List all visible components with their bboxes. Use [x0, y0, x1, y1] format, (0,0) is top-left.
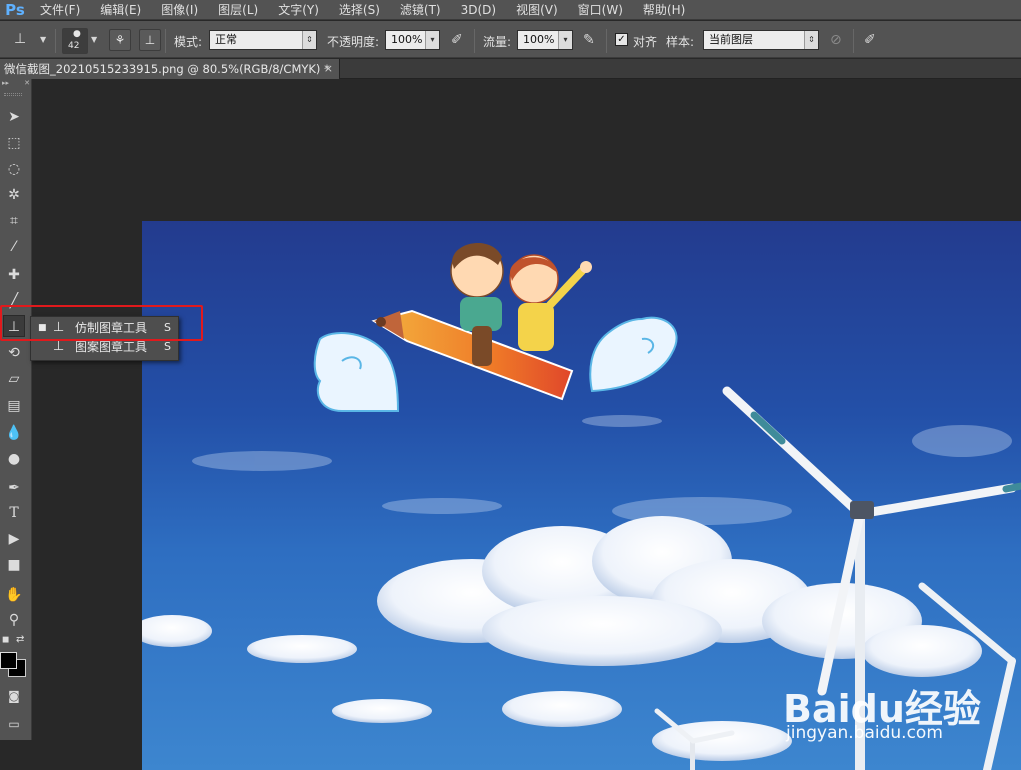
airbrush-icon[interactable]: ✎	[583, 30, 595, 50]
flow-field[interactable]: 100% ▾	[517, 30, 573, 50]
toggle-clone-source-button[interactable]: ⊥	[139, 29, 161, 51]
hand-tool-icon[interactable]: ✋	[3, 584, 25, 606]
foreground-color-swatch[interactable]	[0, 652, 17, 669]
separator	[474, 29, 475, 53]
document-tab-bar: 微信截图_20210515233915.png @ 80.5%(RGB/8/CM…	[0, 59, 1021, 79]
flow-label: 流量:	[483, 35, 512, 49]
menu-filter[interactable]: 滤镜(T)	[390, 0, 451, 20]
blur-tool-icon[interactable]: 💧	[3, 422, 25, 444]
separator	[853, 29, 854, 53]
default-colors-icon[interactable]: ◼	[2, 635, 9, 645]
lasso-tool-icon[interactable]: ◌	[3, 158, 25, 180]
screen-mode-icon[interactable]: ▭	[3, 713, 25, 735]
menu-help[interactable]: 帮助(H)	[633, 0, 695, 20]
chevron-down-icon: ⇕	[804, 31, 818, 49]
document-tab-title: 微信截图_20210515233915.png @ 80.5%(RGB/8/CM…	[4, 62, 330, 76]
move-tool-icon[interactable]: ➤	[3, 106, 25, 128]
chevron-down-icon[interactable]: ▼	[91, 30, 97, 50]
menu-view[interactable]: 视图(V)	[506, 0, 568, 20]
chevron-down-icon: ⇕	[302, 31, 316, 49]
toggle-brush-panel-button[interactable]: ⚘	[109, 29, 131, 51]
zoom-tool-icon[interactable]: ⚲	[3, 609, 25, 631]
separator	[606, 29, 607, 53]
close-icon[interactable]: ✕	[24, 79, 30, 88]
magic-wand-tool-icon[interactable]: ✲	[3, 184, 25, 206]
opacity-value: 100%	[391, 33, 423, 46]
sample-label: 样本:	[666, 35, 695, 49]
chevron-down-icon: ▾	[425, 31, 439, 49]
align-checkbox[interactable]: ✓	[615, 33, 628, 46]
sample-value: 当前图层	[709, 33, 753, 46]
toolbox-header[interactable]: ▸▸ ✕	[2, 79, 30, 88]
flow-value: 100%	[523, 33, 555, 46]
mode-value: 正常	[215, 33, 237, 46]
history-brush-tool-icon[interactable]: ⟲	[3, 342, 25, 364]
menu-select[interactable]: 选择(S)	[329, 0, 390, 20]
chevron-down-icon[interactable]: ▼	[40, 30, 46, 50]
pressure-size-icon[interactable]: ✐	[864, 30, 876, 50]
eraser-tool-icon[interactable]: ▱	[3, 368, 25, 390]
menu-image[interactable]: 图像(I)	[151, 0, 208, 20]
type-tool-icon[interactable]: T	[3, 502, 25, 524]
clone-stamp-preset-icon[interactable]: ⊥	[14, 29, 26, 49]
gradient-tool-icon[interactable]: ▤	[3, 395, 25, 417]
ignore-adjustment-layers-icon[interactable]: ⊘	[830, 30, 842, 50]
menu-edit[interactable]: 编辑(E)	[90, 0, 151, 20]
brush-size-value: 42	[68, 41, 80, 51]
sample-dropdown[interactable]: 当前图层 ⇕	[703, 30, 819, 50]
eyedropper-tool-icon[interactable]: ⁄	[3, 236, 25, 258]
toolbox: ▸▸ ✕ ➤ ⬚ ◌ ✲ ⌗ ⁄ ✚ ╱ ⊥ ⟲ ▱ ▤ 💧 ● ✒ T ▶ ■…	[0, 79, 32, 740]
quick-mask-icon[interactable]: ◙	[3, 685, 25, 707]
separator	[55, 29, 56, 53]
swap-colors-icon[interactable]: ⇄	[16, 634, 24, 645]
mode-label: 模式:	[174, 35, 203, 49]
opacity-field[interactable]: 100% ▾	[385, 30, 440, 50]
align-label: 对齐	[633, 35, 658, 49]
cartoon-kids	[450, 243, 592, 366]
photoshop-logo[interactable]: Ps	[0, 0, 30, 20]
toolbox-grip[interactable]	[4, 93, 22, 96]
options-bar: ⊥ ▼ ● 42 ▼ ⚘ ⊥ 模式: 正常 ⇕ 不透明度: 100% ▾ ✐ 流…	[0, 21, 1021, 58]
chevron-down-icon: ▾	[558, 31, 572, 49]
menu-file[interactable]: 文件(F)	[30, 0, 90, 20]
brush-size-picker[interactable]: ● 42	[62, 28, 88, 54]
rectangle-tool-icon[interactable]: ■	[3, 554, 25, 576]
menu-type[interactable]: 文字(Y)	[268, 0, 329, 20]
marquee-tool-icon[interactable]: ⬚	[3, 132, 25, 154]
pen-tool-icon[interactable]: ✒	[3, 477, 25, 499]
document-tab[interactable]: 微信截图_20210515233915.png @ 80.5%(RGB/8/CM…	[0, 59, 340, 79]
highlight-annotation	[0, 305, 203, 341]
mode-dropdown[interactable]: 正常 ⇕	[209, 30, 317, 50]
menu-3d[interactable]: 3D(D)	[451, 0, 506, 20]
menu-bar: Ps 文件(F) 编辑(E) 图像(I) 图层(L) 文字(Y) 选择(S) 滤…	[0, 0, 1021, 20]
baidu-jingyan-url: jingyan.baidu.com	[786, 723, 943, 743]
crop-tool-icon[interactable]: ⌗	[3, 210, 25, 232]
menu-layer[interactable]: 图层(L)	[208, 0, 268, 20]
pressure-opacity-icon[interactable]: ✐	[451, 30, 463, 50]
menu-window[interactable]: 窗口(W)	[568, 0, 633, 20]
opacity-label: 不透明度:	[327, 35, 380, 49]
close-icon[interactable]: ×	[324, 59, 333, 79]
path-selection-tool-icon[interactable]: ▶	[3, 528, 25, 550]
healing-brush-tool-icon[interactable]: ✚	[3, 264, 25, 286]
separator	[165, 29, 166, 53]
brush-tip-icon: ●	[73, 29, 81, 39]
dodge-tool-icon[interactable]: ●	[3, 448, 25, 470]
